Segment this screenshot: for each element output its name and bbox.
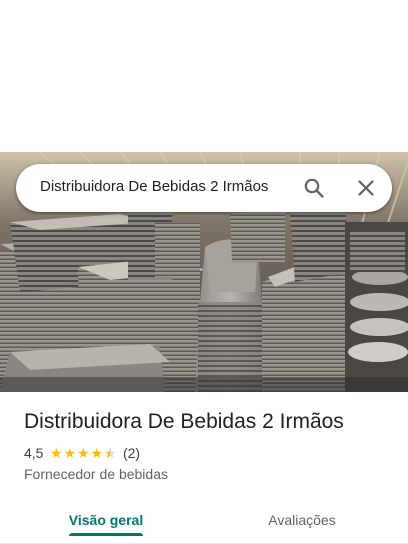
star-icon: ★	[90, 445, 103, 461]
star-icon: ★	[76, 445, 90, 461]
place-tabs: Visão geral Avaliações	[0, 496, 408, 544]
place-category[interactable]: Fornecedor de bebidas	[24, 466, 168, 482]
rating-row[interactable]: 4,5 ★ ★ ★ ★ ★ (2)	[24, 444, 140, 462]
review-count[interactable]: (2)	[123, 445, 140, 461]
search-input[interactable]: Distribuidora De Bebidas 2 Irmãos	[40, 178, 268, 195]
active-tab-indicator	[69, 533, 143, 536]
star-half-icon: ★	[103, 445, 117, 461]
rating-value: 4,5	[24, 445, 44, 461]
search-icon[interactable]	[302, 176, 326, 200]
tab-reviews[interactable]: Avaliações	[246, 496, 358, 544]
star-rating: ★ ★ ★ ★ ★	[49, 446, 117, 460]
map-blank-area	[0, 0, 408, 152]
star-icon: ★	[49, 445, 63, 461]
star-icon: ★	[63, 445, 76, 461]
search-bar[interactable]: Distribuidora De Bebidas 2 Irmãos	[16, 164, 392, 212]
tab-overview[interactable]: Visão geral	[50, 496, 162, 544]
close-icon[interactable]	[354, 176, 378, 200]
place-title: Distribuidora De Bebidas 2 Irmãos	[24, 410, 344, 433]
